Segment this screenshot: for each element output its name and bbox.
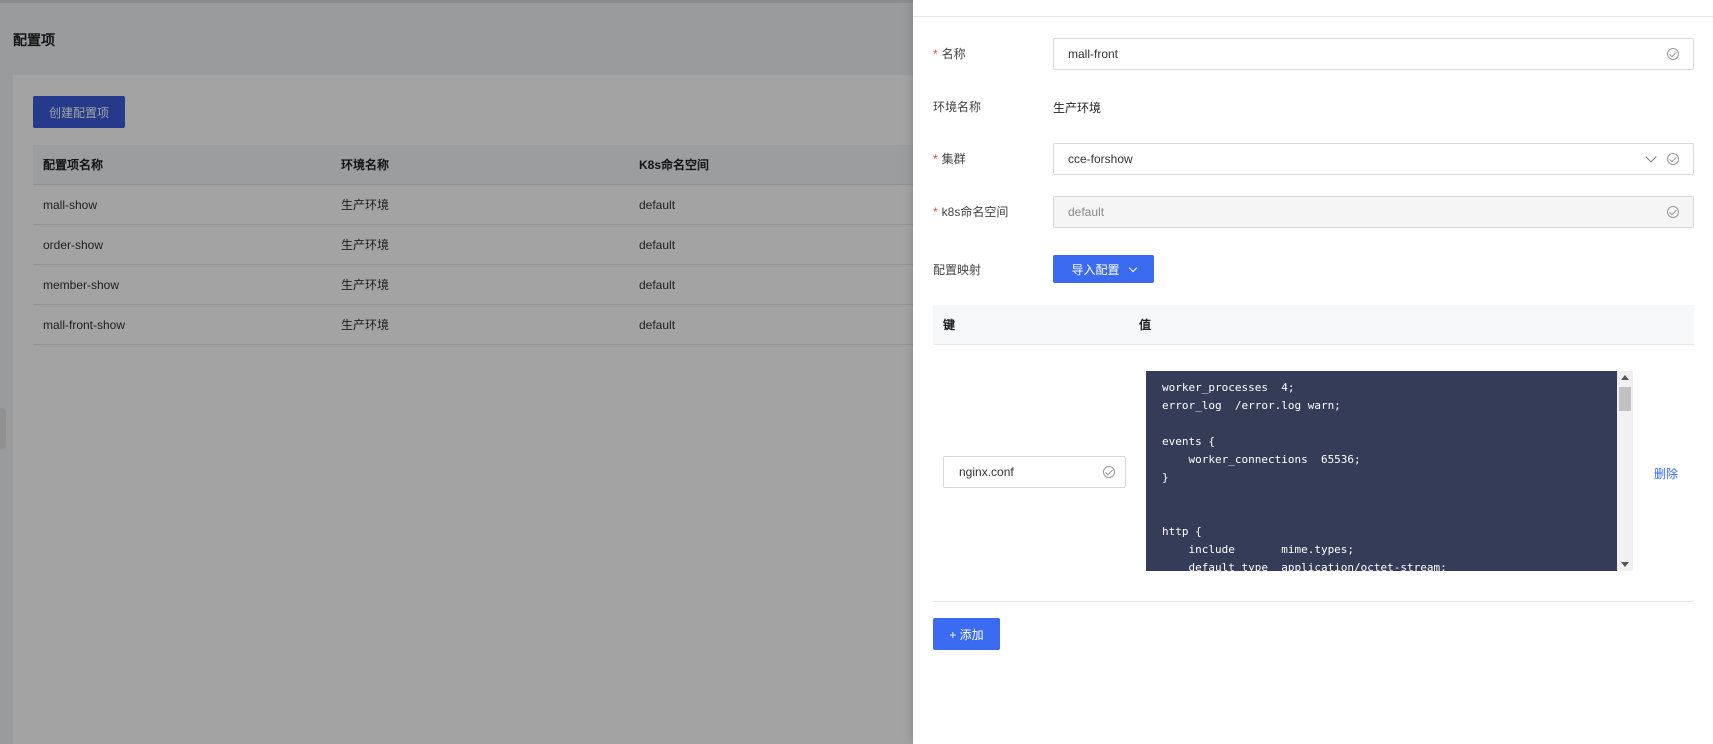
add-button[interactable]: + 添加 (933, 618, 1000, 650)
check-circle-icon (1103, 466, 1115, 478)
scrollbar-thumb[interactable] (1619, 387, 1631, 411)
name-input-value: mall-front (1068, 47, 1119, 61)
name-label: * 名称 (933, 45, 966, 62)
scroll-down-arrow-icon[interactable] (1621, 562, 1629, 567)
import-config-button[interactable]: 导入配置 (1053, 255, 1154, 283)
config-map-table-header: 键 值 (933, 305, 1694, 345)
config-drawer: * 名称 mall-front 环境名称 生产环境 * 集群 cce-forshow… (913, 0, 1713, 744)
drawer-header-divider (913, 16, 1713, 17)
required-mark: * (933, 47, 938, 61)
config-value-editor[interactable]: worker_processes 4; error_log /error.log… (1146, 371, 1617, 571)
value-column-header: 值 (1139, 318, 1152, 332)
required-mark: * (933, 205, 938, 219)
required-mark: * (933, 152, 938, 166)
config-key-input[interactable]: nginx.conf (943, 456, 1126, 488)
key-column-header: 键 (943, 318, 956, 332)
chevron-down-icon (1645, 151, 1657, 163)
check-circle-icon (1667, 48, 1679, 60)
cluster-select[interactable]: cce-forshow (1053, 143, 1694, 175)
check-circle-icon (1667, 206, 1679, 218)
namespace-label-text: k8s命名空间 (941, 205, 1009, 219)
config-key-value: nginx.conf (959, 465, 1014, 479)
cluster-label-text: 集群 (941, 152, 966, 166)
editor-scrollbar[interactable] (1617, 371, 1633, 571)
env-label: 环境名称 (933, 100, 982, 114)
chevron-down-icon (1128, 263, 1137, 272)
cluster-label: * 集群 (933, 150, 966, 167)
namespace-input-placeholder: default (1068, 205, 1105, 219)
namespace-input: default (1053, 196, 1694, 228)
name-label-text: 名称 (941, 47, 966, 61)
delete-link[interactable]: 删除 (1654, 465, 1678, 482)
config-map-label: 配置映射 (933, 263, 982, 277)
name-input[interactable]: mall-front (1053, 38, 1694, 70)
import-config-label: 导入配置 (1071, 262, 1120, 277)
namespace-label: * k8s命名空间 (933, 203, 1008, 220)
check-circle-icon (1667, 153, 1679, 165)
divider (933, 601, 1694, 602)
env-value: 生产环境 (1053, 101, 1102, 115)
scroll-up-arrow-icon[interactable] (1621, 375, 1629, 380)
cluster-select-value: cce-forshow (1068, 152, 1133, 166)
